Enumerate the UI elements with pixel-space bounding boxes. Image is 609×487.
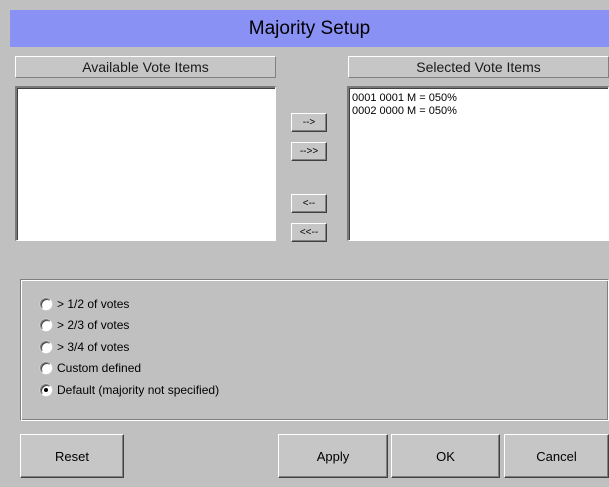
majority-option[interactable]: Custom defined xyxy=(40,359,141,376)
radio-button-icon[interactable] xyxy=(40,383,52,396)
majority-option[interactable]: Default (majority not specified) xyxy=(40,381,219,398)
available-items-list[interactable] xyxy=(15,86,276,241)
majority-option-label: Default (majority not specified) xyxy=(57,382,220,397)
majority-option[interactable]: > 2/3 of votes xyxy=(40,316,129,333)
majority-option-label: Custom defined xyxy=(57,360,142,375)
radio-button-icon[interactable] xyxy=(40,318,52,331)
selected-items-header: Selected Vote Items xyxy=(348,56,609,78)
reset-button[interactable]: Reset xyxy=(20,434,124,478)
majority-option-label: > 1/2 of votes xyxy=(57,296,130,311)
majority-option-label: > 3/4 of votes xyxy=(57,339,130,354)
radio-button-icon[interactable] xyxy=(40,361,52,374)
cancel-button[interactable]: Cancel xyxy=(504,434,609,478)
add-all-button[interactable]: -->> xyxy=(291,142,327,161)
majority-option[interactable]: > 3/4 of votes xyxy=(40,338,129,355)
dialog-title: Majority Setup xyxy=(248,17,371,39)
selected-vote-item[interactable]: 0002 0000 M = 050% xyxy=(352,105,605,118)
selected-vote-item[interactable]: 0001 0001 M = 050% xyxy=(352,92,605,105)
radio-button-icon[interactable] xyxy=(40,340,52,353)
selected-items-list[interactable]: 0001 0001 M = 050% 0002 0000 M = 050% xyxy=(347,86,609,241)
majority-option[interactable]: > 1/2 of votes xyxy=(40,295,129,312)
ok-button[interactable]: OK xyxy=(391,434,500,478)
available-items-header: Available Vote Items xyxy=(15,56,276,78)
dialog-title-bar: Majority Setup xyxy=(10,10,609,47)
majority-option-label: > 2/3 of votes xyxy=(57,317,130,332)
remove-selected-button[interactable]: <-- xyxy=(291,194,327,213)
apply-button[interactable]: Apply xyxy=(278,434,388,478)
radio-button-icon[interactable] xyxy=(40,297,52,310)
remove-all-button[interactable]: <<-- xyxy=(291,223,327,242)
add-selected-button[interactable]: --> xyxy=(291,113,327,132)
